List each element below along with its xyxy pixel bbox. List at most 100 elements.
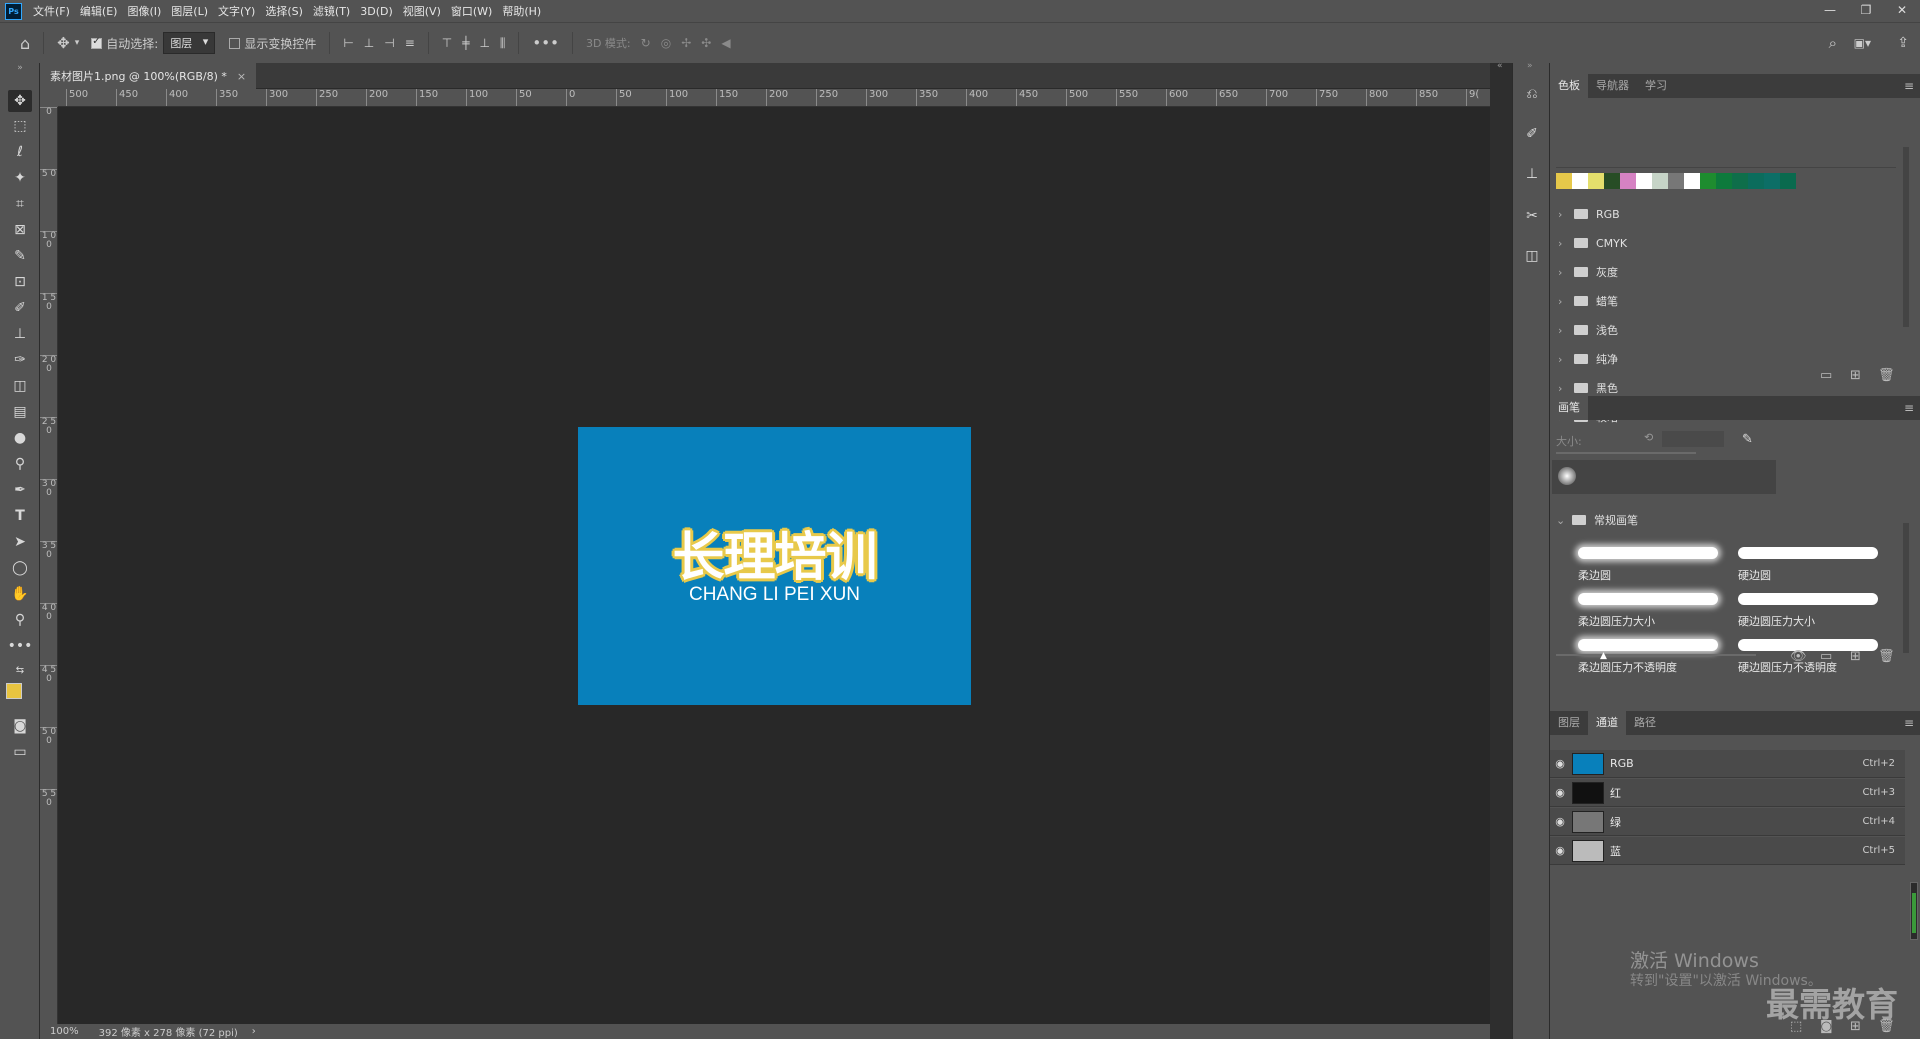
color-swatch[interactable] — [1716, 173, 1732, 189]
healing-brush-tool-icon[interactable]: ⊡ — [8, 271, 32, 293]
visibility-eye-icon[interactable]: ◉ — [1550, 786, 1570, 799]
color-swatch[interactable] — [1588, 173, 1604, 189]
document-tab[interactable]: 素材图片1.png @ 100%(RGB/8) * × — [40, 63, 257, 89]
color-swatch[interactable] — [1556, 173, 1572, 189]
move-tool-icon[interactable]: ✥ — [57, 34, 70, 52]
align-hcenter-icon[interactable]: ⊥ — [364, 36, 374, 50]
brush-size-input[interactable] — [1662, 431, 1724, 447]
restore-button[interactable]: ❐ — [1848, 0, 1884, 22]
brush-preset[interactable]: 硬边圆压力大小 — [1732, 587, 1882, 631]
brushes-scrollbar[interactable] — [1903, 523, 1909, 653]
tool-presets-panel-icon[interactable]: ✂ — [1521, 205, 1543, 227]
tab-swatches[interactable]: 色板 — [1550, 74, 1588, 98]
color-swatch[interactable] — [1748, 173, 1764, 189]
marquee-tool-icon[interactable]: ⬚ — [8, 115, 32, 137]
3d-pan-icon[interactable]: ✢ — [681, 36, 691, 50]
zoom-level[interactable]: 100% — [50, 1026, 79, 1037]
brush-preset[interactable]: 柔边圆压力大小 — [1572, 587, 1722, 631]
chevron-down-icon[interactable]: ▾ — [75, 38, 80, 48]
brush-settings-panel-icon[interactable]: ✐ — [1521, 123, 1543, 145]
tab-learn[interactable]: 学习 — [1637, 74, 1675, 98]
search-icon[interactable]: ⌕ — [1829, 34, 1837, 52]
delete-icon[interactable]: 🗑 — [1878, 649, 1895, 664]
collapse-panels-icon[interactable]: « — [1497, 61, 1503, 71]
delete-icon[interactable]: 🗑 — [1878, 368, 1895, 383]
close-tab-icon[interactable]: × — [237, 70, 246, 83]
brush-group-general[interactable]: ⌄ 常规画笔 — [1556, 508, 1896, 532]
share-icon[interactable]: ⇪ — [1897, 35, 1909, 51]
clone-source-panel-icon[interactable]: ⊥ — [1521, 163, 1543, 185]
workspace-icon[interactable]: ▣▾ — [1854, 36, 1871, 50]
color-swatch[interactable] — [1700, 173, 1716, 189]
visibility-eye-icon[interactable]: ◉ — [1550, 757, 1570, 770]
color-swatch[interactable] — [1732, 173, 1748, 189]
home-icon[interactable]: ⌂ — [20, 34, 30, 53]
quick-mask-icon[interactable]: ◙ — [8, 715, 32, 737]
tab-brushes[interactable]: 画笔 — [1550, 396, 1588, 420]
align-left-icon[interactable]: ⊢ — [343, 36, 353, 50]
color-swatch[interactable] — [1684, 173, 1700, 189]
brush-preset[interactable]: 硬边圆 — [1732, 541, 1882, 585]
channel-row[interactable]: ◉ 绿 Ctrl+4 — [1550, 808, 1905, 836]
visibility-eye-icon[interactable]: ◉ — [1550, 815, 1570, 828]
brush-preset[interactable]: 柔边圆 — [1572, 541, 1722, 585]
slider-handle-icon[interactable]: ▲ — [1600, 651, 1607, 661]
menu-filter[interactable]: 滤镜(T) — [308, 3, 355, 19]
panel-menu-icon[interactable]: ≡ — [1904, 401, 1914, 415]
swatch-group-4[interactable]: › 浅色 — [1558, 318, 1898, 342]
brush-settings-icon[interactable]: ✎ — [1742, 432, 1753, 447]
menu-layer[interactable]: 图层(L) — [166, 3, 213, 19]
swatch-group-1[interactable]: › CMYK — [1558, 231, 1898, 255]
reset-size-icon[interactable]: ⟲ — [1644, 431, 1653, 444]
close-button[interactable]: ✕ — [1884, 0, 1920, 22]
color-swatch[interactable] — [1620, 173, 1636, 189]
lasso-tool-icon[interactable]: ℓ — [8, 141, 32, 163]
gradient-tool-icon[interactable]: ▤ — [8, 401, 32, 423]
eyedropper-tool-icon[interactable]: ✎ — [8, 245, 32, 267]
menu-help[interactable]: 帮助(H) — [497, 3, 546, 19]
pen-tool-icon[interactable]: ✒ — [8, 479, 32, 501]
3d-roll-icon[interactable]: ◎ — [661, 36, 671, 50]
hand-tool-icon[interactable]: ✋ — [8, 583, 32, 605]
menu-view[interactable]: 视图(V) — [398, 3, 446, 19]
blur-tool-icon[interactable]: ● — [8, 427, 32, 449]
brush-size-slider[interactable] — [1556, 452, 1696, 454]
align-top-icon[interactable]: ⊤ — [442, 36, 452, 50]
channel-row[interactable]: ◉ RGB Ctrl+2 — [1550, 750, 1905, 778]
type-tool-icon[interactable]: T — [8, 505, 32, 527]
menu-edit[interactable]: 编辑(E) — [75, 3, 123, 19]
toggle-preview-icon[interactable]: 👁 — [1790, 649, 1807, 664]
history-panel-icon[interactable]: ⎌ — [1521, 83, 1543, 105]
frame-tool-icon[interactable]: ⊠ — [8, 219, 32, 241]
3d-orbit-icon[interactable]: ↻ — [641, 36, 651, 50]
ellipse-tool-icon[interactable]: ◯ — [8, 557, 32, 579]
foreground-color-swatch[interactable] — [6, 683, 22, 699]
3d-scale-icon[interactable]: ◀ — [721, 36, 730, 50]
status-expand-icon[interactable]: › — [252, 1026, 256, 1037]
show-transform-checkbox[interactable]: 显示变换控件 — [229, 35, 316, 52]
document-image[interactable]: 长理培训 CHANG LI PEI XUN — [578, 427, 971, 705]
distribute-vertical-icon[interactable]: ≡ — [405, 36, 415, 50]
tab-channels[interactable]: 通道 — [1588, 711, 1626, 735]
minimize-button[interactable]: — — [1812, 0, 1848, 22]
dodge-tool-icon[interactable]: ⚲ — [8, 453, 32, 475]
auto-select-checkbox[interactable]: 自动选择: — [91, 35, 158, 52]
history-brush-tool-icon[interactable]: ✑ — [8, 349, 32, 371]
tab-paths[interactable]: 路径 — [1626, 711, 1664, 735]
tab-layers[interactable]: 图层 — [1550, 711, 1588, 735]
eraser-tool-icon[interactable]: ◫ — [8, 375, 32, 397]
recent-brush-icon[interactable] — [1558, 467, 1576, 485]
menu-image[interactable]: 图像(I) — [122, 3, 166, 19]
more-tools-icon[interactable]: ••• — [8, 635, 33, 657]
swap-colors-icon[interactable]: ⇆ — [8, 659, 32, 681]
collapse-toolbar-icon[interactable]: » — [8, 63, 32, 73]
brush-tool-icon[interactable]: ✐ — [8, 297, 32, 319]
menu-type[interactable]: 文字(Y) — [213, 3, 260, 19]
channel-row[interactable]: ◉ 蓝 Ctrl+5 — [1550, 837, 1905, 865]
layer-select-dropdown[interactable]: 图层 ▾ — [163, 32, 216, 54]
new-group-icon[interactable]: ▭ — [1820, 649, 1832, 664]
stamp-tool-icon[interactable]: ⊥ — [8, 323, 32, 345]
move-tool-icon[interactable]: ✥ — [8, 90, 32, 112]
swatch-group-5[interactable]: › 纯净 — [1558, 347, 1898, 371]
screen-mode-icon[interactable]: ▭ — [8, 741, 32, 763]
